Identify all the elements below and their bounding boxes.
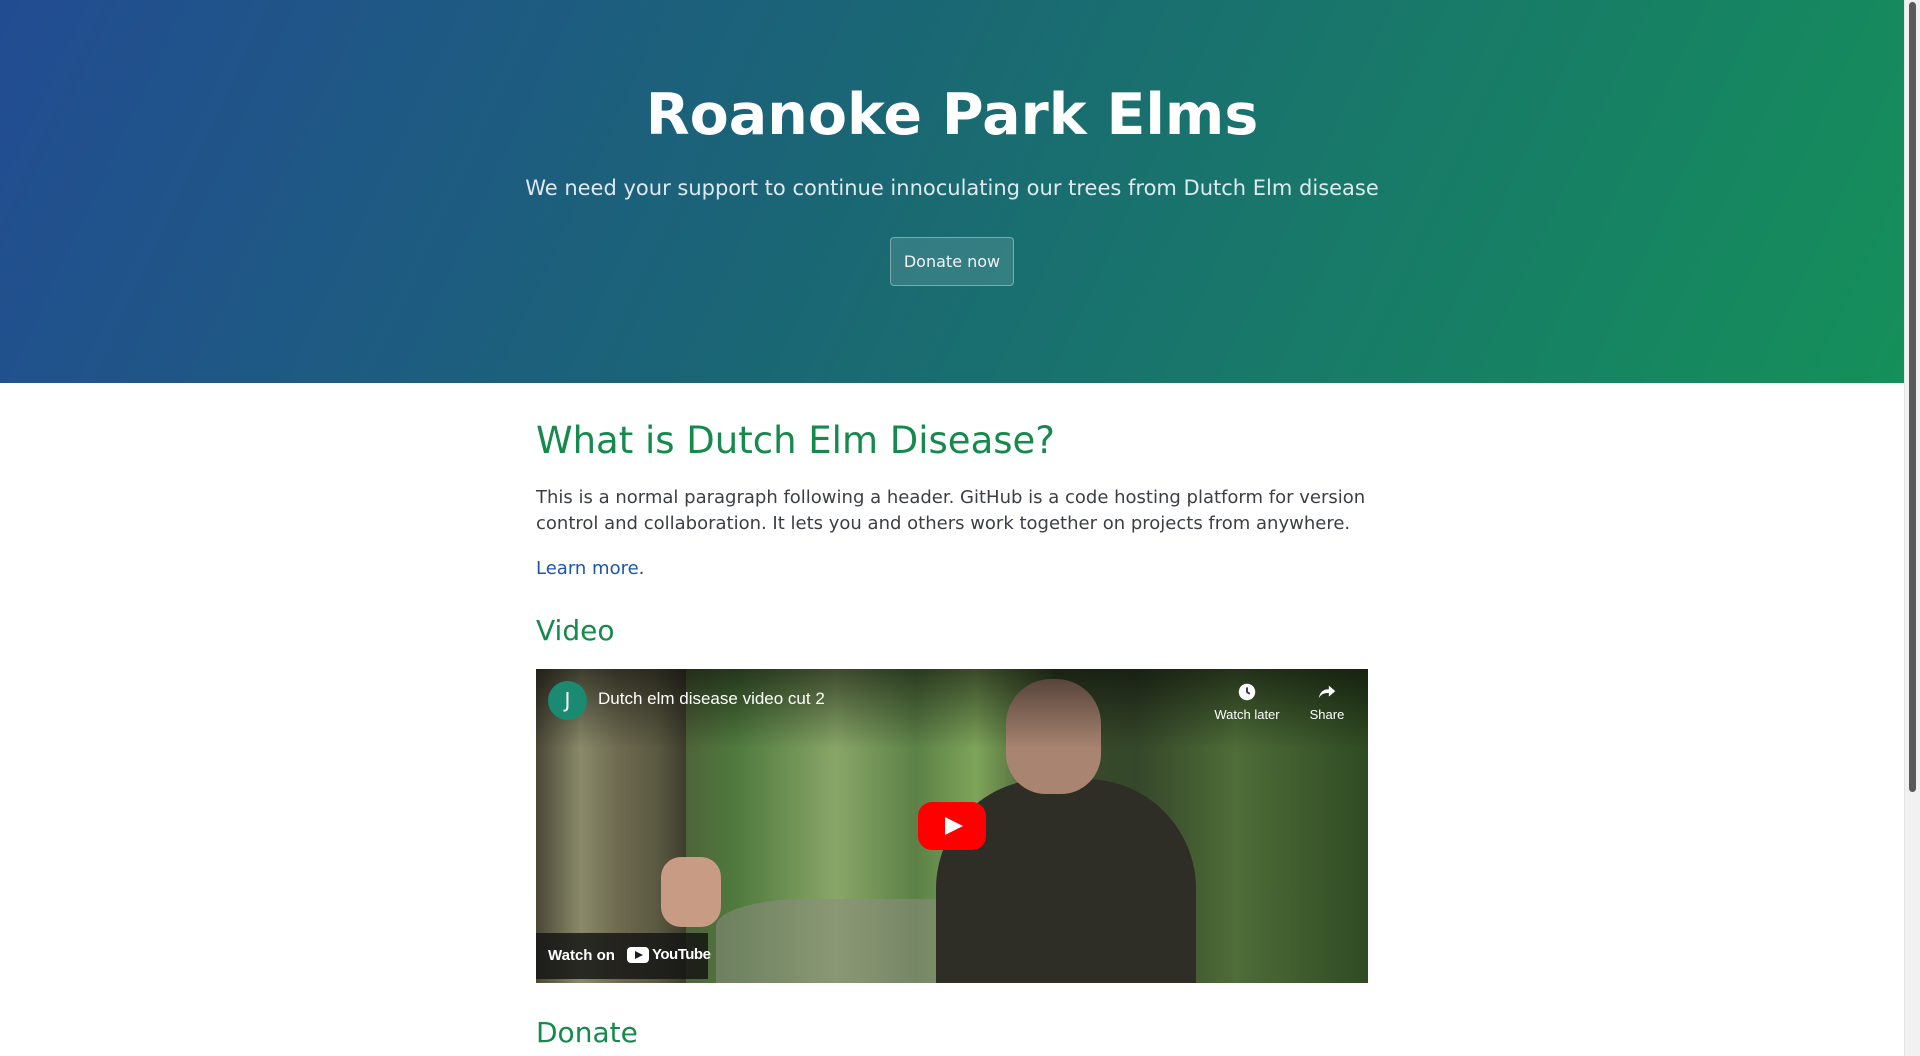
learn-more-period: . [638,558,645,579]
watch-later-label: Watch later [1214,707,1280,722]
donate-now-button[interactable]: Donate now [890,237,1014,286]
share-arrow-icon [1318,685,1336,699]
site-title: Roanoke Park Elms [645,82,1259,148]
learn-more-link[interactable]: Learn more [536,558,639,579]
channel-avatar[interactable]: J [548,681,587,720]
section-heading-dutch-elm: What is Dutch Elm Disease? [536,419,1055,462]
page-scrollbar[interactable] [1904,0,1920,1056]
video-heading: Video [536,614,615,647]
share-button[interactable]: Share [1292,681,1362,722]
youtube-wordmark: YouTube [652,946,711,963]
clock-icon [1238,683,1256,701]
page: Roanoke Park Elms We need your support t… [0,0,1904,1056]
thumbnail-hand [661,857,721,927]
youtube-video-embed[interactable]: J Dutch elm disease video cut 2 Watch la… [536,669,1368,983]
watch-on-label: Watch on [548,947,615,964]
youtube-logo-icon [627,947,649,963]
donate-heading: Donate [536,1016,638,1049]
video-title[interactable]: Dutch elm disease video cut 2 [598,689,825,709]
learn-more-line: Learn more. [536,556,644,582]
hero-subtitle: We need your support to continue innocul… [525,176,1379,200]
intro-paragraph: This is a normal paragraph following a h… [536,487,1366,534]
scrollbar-thumb[interactable] [1909,2,1916,792]
share-label: Share [1309,707,1345,722]
watch-on-youtube-button[interactable]: Watch on YouTube [536,933,711,979]
play-button[interactable] [918,802,986,850]
watch-later-button[interactable]: Watch later [1212,681,1282,722]
hero-banner: Roanoke Park Elms We need your support t… [0,0,1904,383]
